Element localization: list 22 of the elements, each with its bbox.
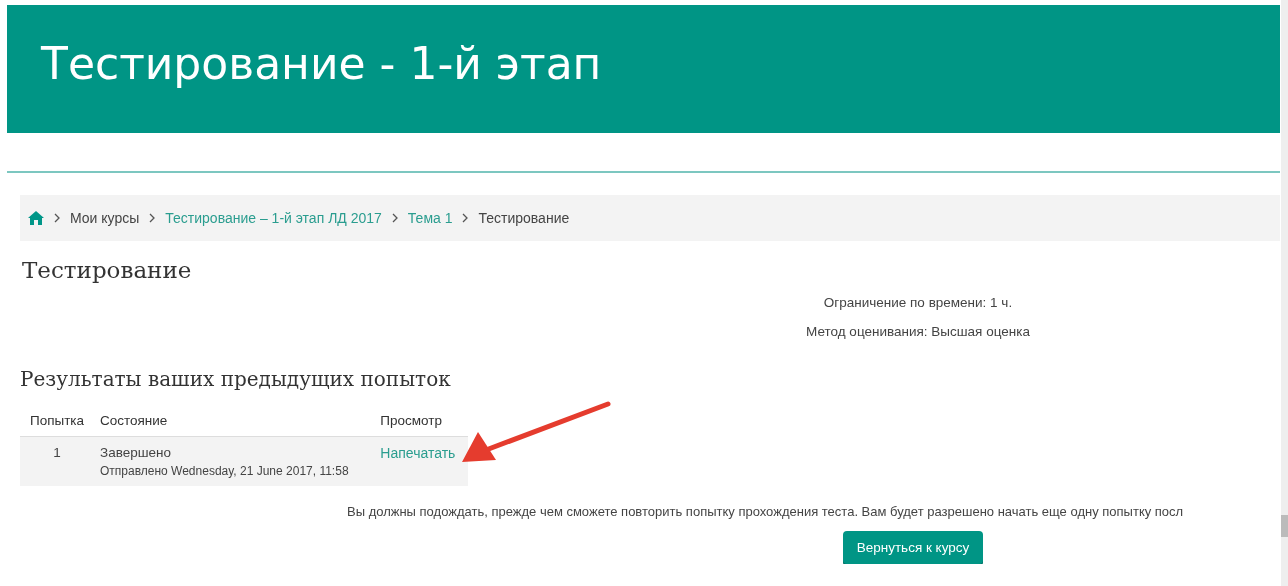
quiz-info: Метод оценивания: Высшая оценка [805, 324, 1031, 339]
breadcrumb-link[interactable]: Тестирование – 1-й этап ЛД 2017 [165, 210, 382, 226]
breadcrumb-item: Тестирование [478, 210, 570, 226]
breadcrumb-item: Мои курсы [70, 210, 140, 226]
chevron-icon [391, 213, 398, 223]
chevron-icon [149, 213, 156, 223]
submitted-date: Отправлено Wednesday, 21 June 2017, 11:58 [100, 464, 350, 478]
attempt-state: Завершено [100, 445, 172, 460]
course-title: Тестирование - 1-й этап [41, 37, 602, 89]
back-to-course-button[interactable]: Вернуться к курсу [842, 531, 984, 564]
notice-text: Вы должны подождать, прежде чем сможете повторить попытку прохождения теста. Вам будет разрешено начать еще одну попытку посл [347, 504, 1185, 519]
section-title: Результаты ваших предыдущих попыток [20, 367, 452, 391]
breadcrumb-link[interactable]: Тема 1 [407, 210, 453, 226]
chevron-icon [462, 213, 469, 223]
column-header: Попытка [20, 405, 94, 437]
home-icon[interactable] [28, 211, 44, 225]
table-cell: 1 [20, 436, 94, 486]
column-header: Состояние [94, 405, 375, 437]
chevron-icon [54, 213, 60, 223]
page-title: Тестирование [22, 257, 193, 283]
quiz-info: Ограничение по времени: 1 ч. [822, 295, 1014, 310]
column-header: Просмотр [374, 405, 468, 437]
